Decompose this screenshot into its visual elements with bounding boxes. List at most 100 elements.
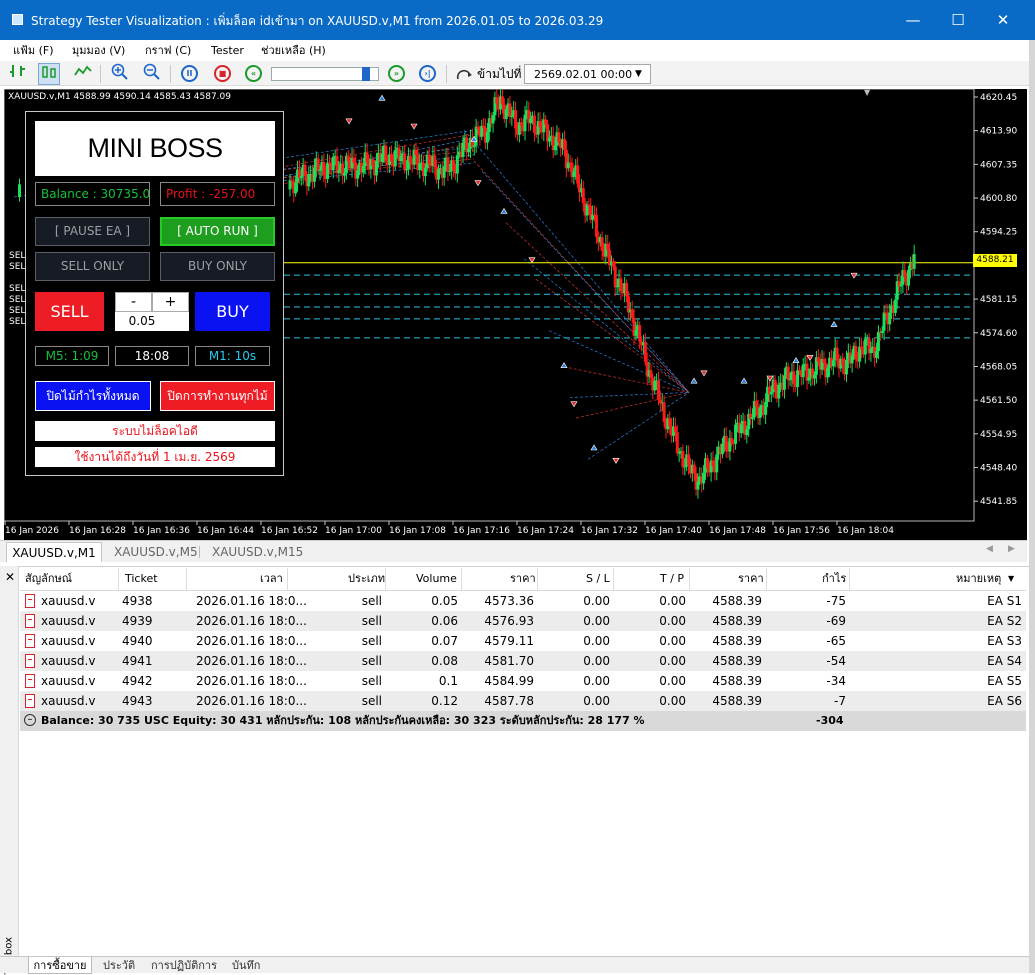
table-row[interactable]: xauusd.v 4940 2026.01.16 18:0... sell 0.07 45… xyxy=(20,631,1026,651)
col-type[interactable]: ประเภท xyxy=(348,568,385,590)
candle-body xyxy=(758,407,762,419)
auto-run-button[interactable]: [ AUTO RUN ] xyxy=(160,217,275,246)
collapse-icon[interactable]: – xyxy=(24,714,36,726)
x-tick-label: 16 Jan 17:00 xyxy=(325,526,382,536)
lot-plus-button[interactable]: + xyxy=(152,292,189,312)
fast-forward-icon[interactable]: » xyxy=(388,65,405,82)
candle-body xyxy=(884,312,888,314)
speed-slider-thumb[interactable] xyxy=(362,67,370,81)
candle-body xyxy=(792,371,796,384)
col-comment[interactable]: หมายเหตุ xyxy=(956,568,1001,590)
candle-body xyxy=(844,359,848,375)
candle-body xyxy=(615,286,619,288)
cell-cur: 4588.39 xyxy=(712,594,762,608)
chart-info: XAUUSD.v,M1 4588.99 4590.14 4585.43 4587… xyxy=(8,92,231,102)
menu-view[interactable]: มุมมอง (V) xyxy=(72,40,125,61)
line-chart-icon[interactable] xyxy=(72,63,94,85)
goto-icon[interactable] xyxy=(456,66,472,82)
candle-body xyxy=(882,312,886,331)
candle-body xyxy=(405,169,409,171)
stop-icon[interactable]: ■ xyxy=(214,65,231,82)
table-row[interactable]: xauusd.v 4942 2026.01.16 18:0... sell 0.1 458… xyxy=(20,671,1026,691)
sell-only-button[interactable]: SELL ONLY xyxy=(35,252,150,281)
close-button[interactable]: ✕ xyxy=(980,0,1026,40)
sell-button[interactable]: SELL xyxy=(35,292,104,331)
candlestick-icon[interactable] xyxy=(38,63,60,85)
candle-body xyxy=(500,96,504,105)
candle-body xyxy=(399,155,403,162)
table-row[interactable]: xauusd.v 4941 2026.01.16 18:0... sell 0.08 45… xyxy=(20,651,1026,671)
menu-tester[interactable]: Tester xyxy=(211,40,244,61)
lot-size-input[interactable]: 0.05 xyxy=(115,312,169,331)
col-sl[interactable]: S / L xyxy=(586,568,610,590)
cell-symbol: xauusd.v xyxy=(41,674,96,688)
candle-body xyxy=(18,184,21,197)
maximize-button[interactable]: ☐ xyxy=(935,0,981,40)
toolbox-sidebar: ✕ Toolbox xyxy=(0,566,19,975)
col-profit[interactable]: กำไร xyxy=(822,568,846,590)
buy-button[interactable]: BUY xyxy=(195,292,270,331)
tab-xauusd-m15[interactable]: XAUUSD.v,M15 xyxy=(212,543,303,561)
ea-control-panel: MINI BOSS Balance : 30735.00 Profit : -2… xyxy=(25,111,284,476)
position-icon xyxy=(25,674,35,688)
candle-body xyxy=(841,358,845,365)
speed-slider[interactable] xyxy=(271,67,379,81)
candle-body xyxy=(307,174,311,187)
pause-icon[interactable]: II xyxy=(181,65,198,82)
trade-connector xyxy=(523,258,690,393)
tabs-scroll-left-icon[interactable]: ◀ xyxy=(986,544,993,554)
table-row[interactable]: xauusd.v 4938 2026.01.16 18:0... sell 0.05 45… xyxy=(20,591,1026,611)
goto-date-field[interactable]: 2569.02.01 00:00 ▼ xyxy=(524,64,651,84)
table-row[interactable]: xauusd.v 4943 2026.01.16 18:0... sell 0.12 45… xyxy=(20,691,1026,711)
col-symbol[interactable]: สัญลักษณ์ xyxy=(25,568,72,590)
zoom-out-icon[interactable] xyxy=(141,63,163,85)
tab-journal[interactable]: บันทึก xyxy=(232,957,260,974)
x-tick-label: 16 Jan 17:48 xyxy=(709,526,766,536)
candle-body xyxy=(572,171,576,177)
buy-only-button[interactable]: BUY ONLY xyxy=(160,252,275,281)
candle-body xyxy=(611,261,615,267)
tab-xauusd-m1[interactable]: XAUUSD.v,M1 xyxy=(6,542,102,562)
candle-body xyxy=(508,103,512,117)
sort-arrow-icon[interactable]: ▼ xyxy=(1008,574,1014,583)
col-price[interactable]: ราคา xyxy=(510,568,536,590)
menu-help[interactable]: ช่วยเหลือ (H) xyxy=(261,40,326,61)
bar-chart-icon[interactable] xyxy=(7,63,29,85)
candle-body xyxy=(427,154,431,165)
col-time[interactable]: เวลา xyxy=(260,568,283,590)
cell-sl: 0.00 xyxy=(583,594,610,608)
step-forward-icon[interactable]: ›| xyxy=(419,65,436,82)
candle-body xyxy=(816,357,820,362)
cell-sl: 0.00 xyxy=(583,614,610,628)
col-ticket[interactable]: Ticket xyxy=(125,568,158,590)
chart-shift-icon[interactable]: ▼ xyxy=(864,88,870,97)
menu-chart[interactable]: กราฟ (C) xyxy=(145,40,191,61)
trade-connector xyxy=(505,222,690,393)
tab-trade[interactable]: การซื้อขาย xyxy=(28,957,92,974)
col-volume[interactable]: Volume xyxy=(416,568,457,590)
tab-xauusd-m5[interactable]: XAUUSD.v,M5 xyxy=(114,543,198,561)
tab-history[interactable]: ประวัติ xyxy=(103,957,135,974)
candle-body xyxy=(907,269,911,286)
menu-file[interactable]: แฟ้ม (F) xyxy=(13,40,54,61)
col-current-price[interactable]: ราคา xyxy=(738,568,764,590)
lot-minus-button[interactable]: - xyxy=(115,292,152,312)
rewind-icon[interactable]: « xyxy=(245,65,262,82)
close-profit-button[interactable]: ปิดไม้กำไรทั้งหมด xyxy=(35,381,151,411)
dropdown-arrow-icon[interactable]: ▼ xyxy=(635,66,642,82)
col-tp[interactable]: T / P xyxy=(660,568,684,590)
table-row[interactable]: xauusd.v 4939 2026.01.16 18:0... sell 0.06 45… xyxy=(20,611,1026,631)
zoom-in-icon[interactable] xyxy=(109,63,131,85)
pause-ea-button[interactable]: [ PAUSE EA ] xyxy=(35,217,150,246)
minimize-button[interactable]: — xyxy=(890,0,936,40)
candle-body xyxy=(912,254,916,269)
close-all-button[interactable]: ปิดการทำงานทุกไม้ xyxy=(160,381,275,411)
goto-date-value[interactable]: 2569.02.01 00:00 xyxy=(534,67,632,83)
candle-body xyxy=(414,149,418,156)
x-tick-label: 16 Jan 16:52 xyxy=(261,526,318,536)
cell-volume: 0.08 xyxy=(431,654,458,668)
terminal-close-icon[interactable]: ✕ xyxy=(5,570,15,584)
tab-operations[interactable]: การปฏิบัติการ xyxy=(151,957,217,974)
candle-body xyxy=(326,162,330,179)
tabs-scroll-right-icon[interactable]: ▶ xyxy=(1008,544,1015,554)
